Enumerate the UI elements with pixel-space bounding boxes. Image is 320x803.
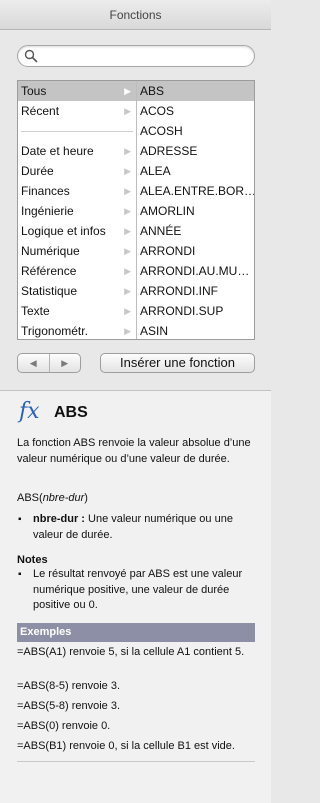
window-title: Fonctions (0, 0, 271, 30)
category-list: Tous ▶ Récent ▶ Date et heure ▶ Durée ▶ Fina… (18, 81, 137, 339)
search-field[interactable] (17, 45, 255, 67)
example-item: =ABS(A1) renvoie 5, si la cellule A1 con… (17, 646, 245, 658)
function-name: ABS (54, 404, 88, 421)
function-item[interactable]: ACOSH (137, 121, 254, 141)
example-item: =ABS(5-8) renvoie 3. (17, 700, 121, 712)
help-pane: fx ABS La fonction ABS renvoie la valeur… (0, 391, 271, 803)
function-description: La fonction ABS renvoie la valeur absolu… (17, 437, 251, 465)
triangle-right-icon: ▶ (124, 106, 131, 116)
function-item[interactable]: ARRONDI.AU.MU… (137, 261, 254, 281)
category-label: Tous (21, 84, 47, 98)
category-item-trigonometrie[interactable]: Trigonométr. ▶ (18, 321, 136, 341)
function-item[interactable]: ASIN (137, 321, 254, 339)
function-item[interactable]: ARRONDI.SUP (137, 301, 254, 321)
category-item-texte[interactable]: Texte ▶ (18, 301, 136, 321)
category-item-reference[interactable]: Référence ▶ (18, 261, 136, 281)
example-item: =ABS(8-5) renvoie 3. (17, 680, 121, 692)
fx-icon: fx (19, 399, 40, 424)
note-item: Le résultat renvoyé par ABS est une vale… (17, 567, 257, 614)
triangle-right-icon: ▶ (124, 306, 131, 316)
function-syntax: ABS(nbre-dur) (17, 491, 257, 507)
function-item[interactable]: ALEA.ENTRE.BOR… (137, 181, 254, 201)
function-item[interactable]: ARRONDI (137, 241, 254, 261)
category-item-recent[interactable]: Récent ▶ (18, 101, 136, 121)
category-label: Durée (21, 164, 54, 178)
category-item-numerique[interactable]: Numérique ▶ (18, 241, 136, 261)
category-item-finances[interactable]: Finances ▶ (18, 181, 136, 201)
function-item[interactable]: ACOS (137, 101, 254, 121)
syntax-close: ) (84, 492, 88, 504)
triangle-right-icon: ▶ (61, 357, 69, 368)
category-label: Texte (21, 304, 50, 318)
category-item-statistique[interactable]: Statistique ▶ (18, 281, 136, 301)
category-label: Numérique (21, 244, 80, 258)
triangle-right-icon: ▶ (124, 206, 131, 216)
argument-item: nbre-dur : Une valeur numérique ou une v… (17, 512, 257, 543)
magnifier-icon (24, 49, 38, 63)
category-label: Trigonométr. (21, 324, 88, 338)
history-nav: ◀ ▶ (17, 353, 81, 373)
category-label: Récent (21, 104, 60, 118)
triangle-right-icon: ▶ (124, 266, 131, 276)
syntax-arg: nbre-dur (42, 492, 85, 504)
category-label: Statistique (21, 284, 78, 298)
category-label: Date et heure (21, 144, 94, 158)
search-input[interactable] (40, 48, 245, 64)
triangle-right-icon: ▶ (124, 146, 131, 156)
function-browser: Tous ▶ Récent ▶ Date et heure ▶ Durée ▶ Fina… (17, 80, 255, 340)
triangle-right-icon: ▶ (124, 86, 131, 96)
triangle-right-icon: ▶ (124, 166, 131, 176)
function-item[interactable]: AMORLIN (137, 201, 254, 221)
triangle-right-icon: ▶ (124, 326, 131, 336)
category-label: Référence (21, 264, 77, 278)
function-item[interactable]: ALEA (137, 161, 254, 181)
function-item[interactable]: ANNÉE (137, 221, 254, 241)
function-item[interactable]: ABS (137, 81, 254, 101)
back-button[interactable]: ◀ (18, 354, 50, 372)
example-item: =ABS(B1) renvoie 0, si la cellule B1 est… (17, 740, 235, 752)
forward-button[interactable]: ▶ (50, 354, 81, 372)
category-item-ingenierie[interactable]: Ingénierie ▶ (18, 201, 136, 221)
function-item[interactable]: ADRESSE (137, 141, 254, 161)
example-item: =ABS(0) renvoie 0. (17, 720, 111, 732)
triangle-left-icon: ◀ (29, 357, 37, 368)
argument-name: nbre-dur : (33, 513, 85, 525)
category-label: Finances (21, 184, 70, 198)
category-label: Ingénierie (21, 204, 74, 218)
triangle-right-icon: ▶ (124, 226, 131, 236)
function-list: ABS ACOS ACOSH ADRESSE ALEA ALEA.ENTRE.B… (137, 81, 254, 339)
examples-heading: Exemples (17, 623, 255, 642)
function-item[interactable]: ARRONDI.INF (137, 281, 254, 301)
category-item-date-heure[interactable]: Date et heure ▶ (18, 141, 136, 161)
category-item-duree[interactable]: Durée ▶ (18, 161, 136, 181)
category-item-logique[interactable]: Logique et infos ▶ (18, 221, 136, 241)
syntax-name: ABS( (17, 492, 43, 504)
insert-function-button[interactable]: Insérer une fonction (100, 353, 255, 373)
help-bottom-divider (17, 761, 255, 762)
triangle-right-icon: ▶ (124, 286, 131, 296)
triangle-right-icon: ▶ (124, 246, 131, 256)
triangle-right-icon: ▶ (124, 186, 131, 196)
category-separator (18, 121, 136, 141)
category-item-tous[interactable]: Tous ▶ (18, 81, 136, 101)
category-label: Logique et infos (21, 224, 106, 238)
